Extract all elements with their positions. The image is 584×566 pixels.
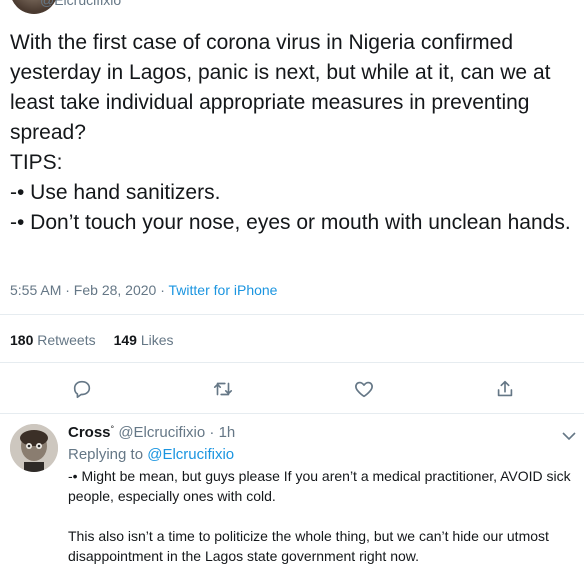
retweets-count: 180	[10, 332, 34, 348]
tweet-text: With the first case of corona virus in N…	[10, 31, 571, 234]
likes-count: 149	[113, 332, 137, 348]
divider	[0, 314, 584, 315]
reply-avatar[interactable]	[10, 424, 58, 472]
reply-text: -• Might be mean, but guys please If you…	[68, 468, 571, 564]
divider	[0, 362, 584, 363]
tweet-meta: 5:55 AM · Feb 28, 2020 · Twitter for iPh…	[10, 282, 277, 298]
top-handle[interactable]: @Elcrucifixio	[40, 0, 121, 8]
tweet-actions	[0, 378, 584, 400]
chevron-down-icon[interactable]	[562, 428, 576, 441]
tweet-time[interactable]: 5:55 AM · Feb 28, 2020	[10, 282, 156, 298]
reply-time[interactable]: 1h	[219, 424, 236, 441]
retweets-stat[interactable]: 180 Retweets	[10, 332, 96, 348]
retweets-label: Retweets	[37, 332, 96, 348]
retweet-icon[interactable]	[212, 378, 234, 400]
name-badge: °	[110, 424, 115, 434]
replying-handle[interactable]: @Elcrucifixio	[147, 446, 234, 463]
tweet-source[interactable]: Twitter for iPhone	[169, 282, 278, 298]
likes-label: Likes	[140, 332, 174, 348]
reply-author-name[interactable]: Cross	[68, 424, 111, 441]
share-icon[interactable]	[494, 378, 516, 400]
dot-separator: ·	[209, 424, 215, 441]
like-icon[interactable]	[353, 378, 375, 400]
reply-tweet[interactable]: Cross° @Elcrucifixio · 1h Replying to @E…	[0, 414, 584, 564]
reply-icon[interactable]	[71, 378, 93, 400]
tweet-stats: 180 Retweets 149 Likes	[10, 332, 174, 348]
replying-prefix: Replying to	[68, 446, 144, 463]
meta-separator: ·	[156, 282, 169, 298]
likes-stat[interactable]: 149 Likes	[114, 332, 174, 348]
replying-to: Replying to @Elcrucifixio	[68, 446, 234, 463]
reply-header: Cross° @Elcrucifixio · 1h	[68, 424, 235, 441]
reply-author-handle[interactable]: @Elcrucifixio	[118, 424, 205, 441]
